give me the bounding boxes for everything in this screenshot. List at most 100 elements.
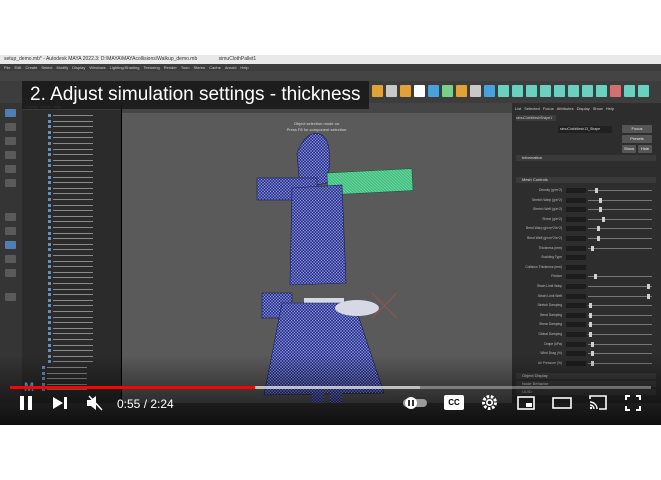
attribute-editor-menu-item[interactable]: Attributes (557, 106, 574, 111)
presets-button[interactable]: Presets (622, 135, 652, 143)
outliner-item[interactable] (48, 331, 118, 336)
shelf-tool-icon[interactable] (596, 85, 607, 97)
outliner-item[interactable] (48, 169, 118, 174)
menu-item[interactable]: Edit (14, 65, 21, 70)
shelf-tool-icon[interactable] (610, 85, 621, 97)
shelf-tool-icon[interactable] (568, 85, 579, 97)
attribute-editor-menu-item[interactable]: List (515, 106, 521, 111)
outliner-item[interactable] (48, 275, 118, 280)
attribute-editor-menu-item[interactable]: Selected (524, 106, 540, 111)
slider-handle[interactable] (601, 216, 605, 222)
menu-item[interactable]: Display (72, 65, 85, 70)
attribute-slider[interactable] (588, 305, 652, 307)
attribute-value-field[interactable] (566, 274, 586, 280)
attribute-value-field[interactable] (566, 197, 586, 203)
outliner-item[interactable] (48, 337, 118, 342)
slider-handle[interactable] (595, 188, 599, 193)
attribute-slider[interactable] (588, 276, 652, 278)
menu-item[interactable]: Toon (181, 65, 190, 70)
outliner-item[interactable] (48, 253, 118, 258)
outliner-item[interactable] (48, 158, 118, 163)
attribute-slider[interactable] (588, 218, 652, 220)
shelf-tool-icon[interactable] (624, 85, 635, 97)
outliner-item[interactable] (48, 219, 118, 224)
fullscreen-icon[interactable] (625, 395, 641, 411)
attribute-slider[interactable] (588, 199, 652, 201)
shelf-tool-icon[interactable] (400, 85, 411, 97)
attribute-value-field[interactable] (566, 188, 586, 193)
outliner-item[interactable] (48, 259, 118, 264)
shelf-tool-icon[interactable] (540, 85, 551, 97)
attribute-value-field[interactable] (566, 284, 586, 289)
slider-handle[interactable] (594, 274, 598, 280)
menu-item[interactable]: Select (41, 65, 52, 70)
attribute-slider[interactable] (588, 343, 652, 345)
shelf-tool-icon[interactable] (526, 85, 537, 97)
progress-bar[interactable] (10, 386, 651, 389)
outliner-item[interactable] (48, 214, 118, 219)
outliner-item[interactable] (48, 348, 118, 353)
outliner-item[interactable] (48, 141, 118, 146)
menu-item[interactable]: Arnold (225, 65, 237, 70)
attribute-value-field[interactable] (566, 303, 586, 309)
menu-item[interactable]: File (4, 65, 10, 70)
slider-handle[interactable] (646, 293, 650, 299)
menu-item[interactable]: Create (25, 65, 37, 70)
slider-handle[interactable] (591, 341, 595, 347)
outliner-item[interactable] (48, 147, 118, 152)
attribute-value-field[interactable] (566, 341, 586, 347)
captions-icon[interactable]: CC (444, 395, 464, 410)
attribute-value-field[interactable] (566, 293, 586, 299)
slider-handle[interactable] (591, 245, 595, 251)
attribute-value-field[interactable] (566, 332, 586, 337)
shelf-tool-icon[interactable] (484, 85, 495, 97)
slider-handle[interactable] (597, 236, 601, 241)
outliner-item[interactable] (48, 135, 118, 140)
attribute-slider[interactable] (588, 324, 652, 326)
autoplay-toggle[interactable] (403, 396, 429, 410)
outliner-item[interactable] (48, 180, 118, 185)
attribute-value-field[interactable] (566, 312, 586, 318)
section-mesh-controls[interactable]: Mesh Controls (516, 177, 656, 183)
outliner-item[interactable] (48, 119, 118, 124)
menu-item[interactable]: Help (240, 65, 248, 70)
outliner-item[interactable] (48, 303, 118, 308)
outliner-item[interactable] (48, 326, 118, 331)
outliner-item[interactable] (48, 208, 118, 213)
outliner-item[interactable] (48, 231, 118, 236)
shelf-tool-icon[interactable] (414, 85, 425, 97)
outliner-item[interactable] (48, 130, 118, 135)
outliner-item[interactable] (48, 309, 118, 314)
menu-item[interactable]: Render (164, 65, 177, 70)
slider-handle[interactable] (599, 197, 603, 203)
outliner-item[interactable] (48, 287, 118, 292)
outliner-item[interactable] (48, 298, 118, 303)
attribute-value-field[interactable] (566, 245, 586, 251)
menu-item[interactable]: Modify (57, 65, 69, 70)
outliner-item[interactable] (48, 247, 118, 252)
shelf-tool-icon[interactable] (372, 85, 383, 97)
attribute-editor-menu-item[interactable]: Help (606, 106, 614, 111)
attribute-value-field[interactable] (566, 264, 586, 270)
attribute-editor-menu-item[interactable]: Display (577, 106, 590, 111)
outliner-item[interactable] (48, 163, 118, 168)
video-player[interactable]: setup_demo.mb* - Autodesk MAYA 2022.3: D… (0, 55, 661, 425)
shelf-tool-icon[interactable] (638, 85, 649, 97)
attribute-slider[interactable] (588, 295, 652, 297)
menu-item[interactable]: Lighting/Shading (110, 65, 140, 70)
next-icon[interactable] (52, 396, 68, 410)
outliner-item[interactable] (48, 152, 118, 157)
outliner-item[interactable] (48, 242, 118, 247)
attribute-value-field[interactable] (566, 226, 586, 232)
menu-item[interactable]: Texturing (143, 65, 159, 70)
outliner-item[interactable] (48, 264, 118, 269)
shelf-tool-icon[interactable] (386, 85, 397, 97)
shelf-tool-icon[interactable] (428, 85, 439, 97)
attribute-slider[interactable] (588, 334, 652, 335)
outliner-item[interactable] (48, 315, 118, 320)
outliner-item[interactable] (48, 320, 118, 325)
mute-icon[interactable] (86, 395, 104, 411)
slider-handle[interactable] (646, 284, 650, 289)
outliner-item[interactable] (48, 197, 118, 202)
attribute-editor-menu-item[interactable]: Focus (543, 106, 554, 111)
